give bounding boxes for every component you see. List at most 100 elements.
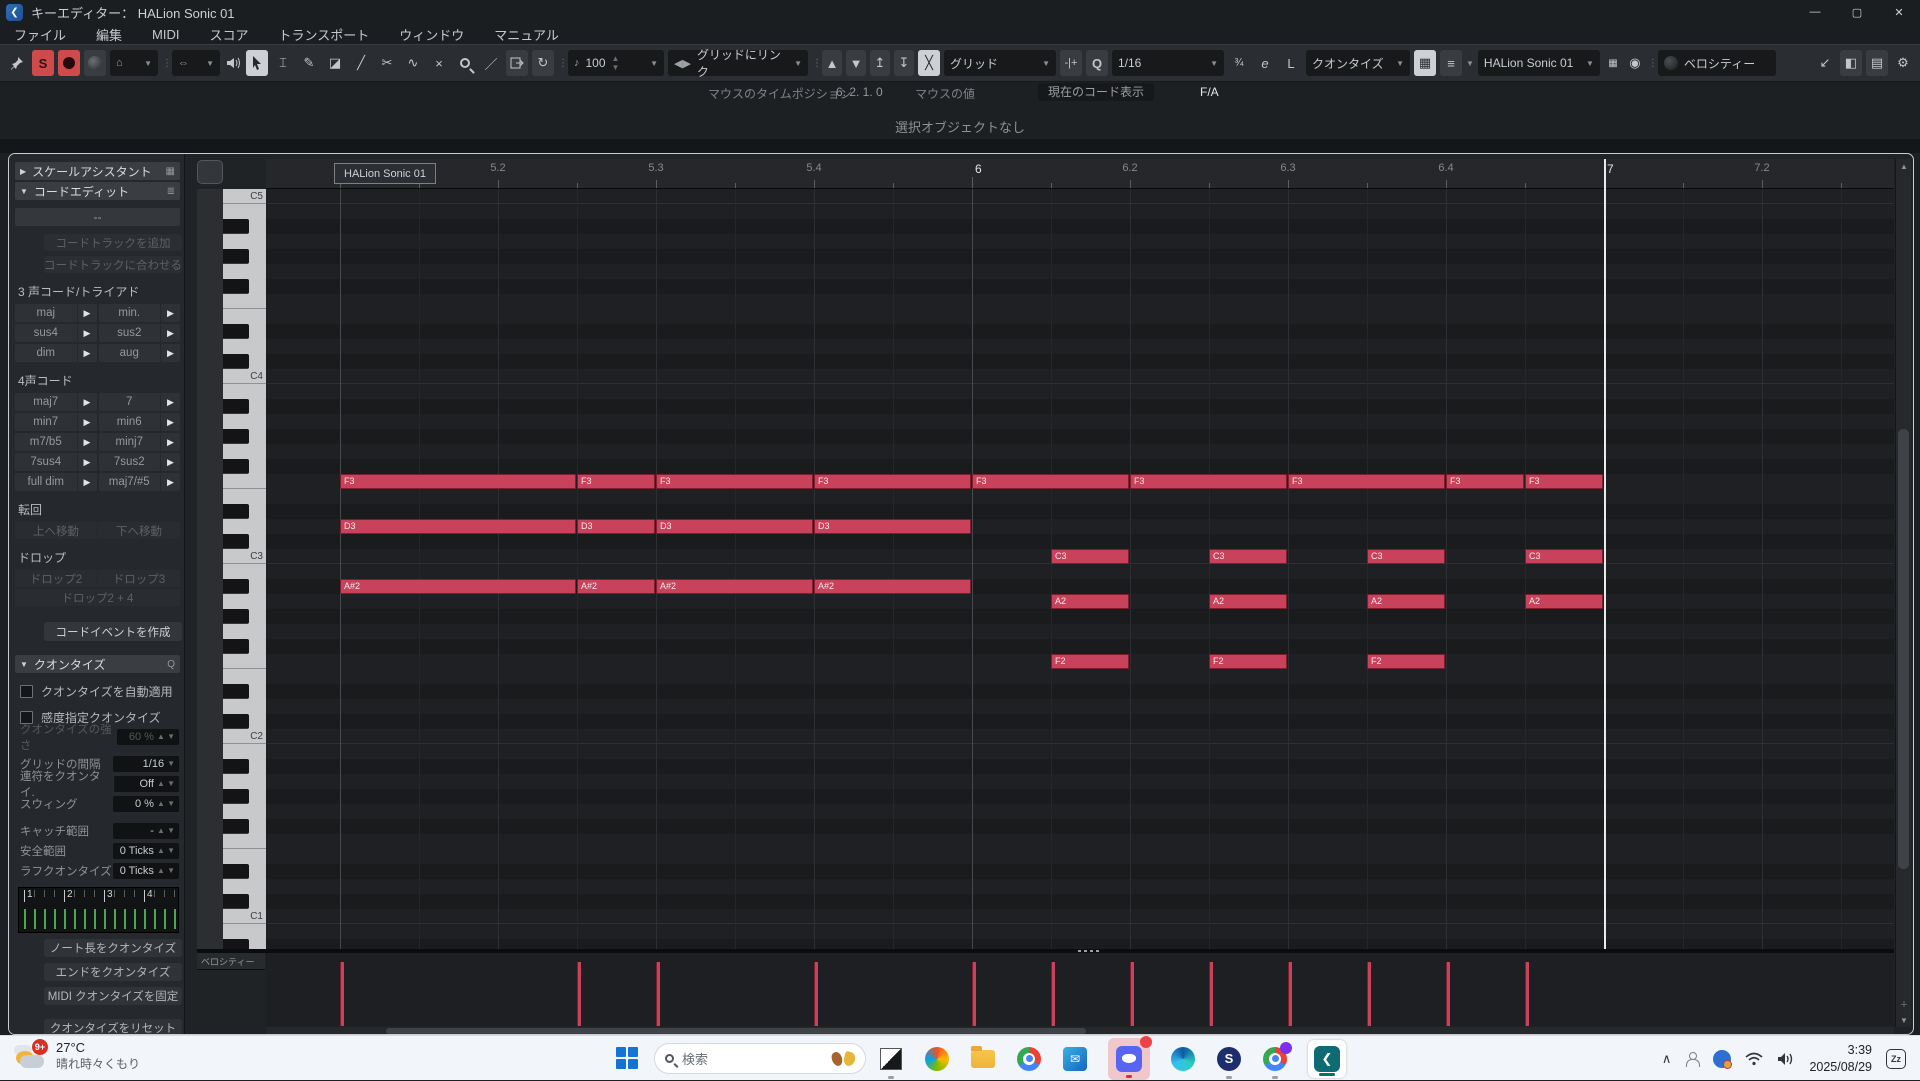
insert-velocity-field[interactable]: ♪ 100 ▲▼ ▼ (568, 50, 664, 76)
chord-button-maj75[interactable]: maj7/#5▶ (99, 473, 181, 491)
playhead-cursor[interactable] (1604, 159, 1606, 949)
maximize-button[interactable]: ▢ (1836, 0, 1878, 24)
chord-apply-arrow-icon[interactable]: ▶ (161, 304, 180, 322)
auto-apply-checkbox[interactable] (20, 685, 33, 698)
quantize-action-button[interactable]: エンドをクオンタイズ (44, 963, 182, 981)
zoom-tool[interactable] (454, 50, 476, 76)
chord-button-min7[interactable]: min7▶ (15, 413, 97, 431)
velocity-stem[interactable] (340, 962, 344, 1026)
piano-keyboard[interactable]: C5C4C3C2C1 (223, 189, 266, 949)
chord-apply-arrow-icon[interactable]: ▶ (78, 413, 97, 431)
horizontal-scrollbar[interactable] (266, 1027, 1894, 1035)
move-down-button[interactable]: ↧ (894, 50, 914, 76)
desktops-app-icon[interactable] (878, 1046, 904, 1072)
split-tool[interactable]: ✂ (376, 50, 398, 76)
midi-note[interactable]: C3 (1051, 549, 1129, 564)
menu-item-4[interactable]: トランスポート (279, 25, 370, 44)
quantize-setting-value[interactable]: -▲ ▼ (113, 823, 179, 839)
chord-apply-arrow-icon[interactable]: ▶ (78, 473, 97, 491)
range-selection-tool[interactable]: ⌶ (272, 50, 294, 76)
chord-apply-arrow-icon[interactable]: ▶ (161, 413, 180, 431)
horizontal-scroll-thumb[interactable] (386, 1028, 1086, 1034)
stepper-icon[interactable]: ▲ ▼ (157, 782, 175, 786)
nudge-right-button[interactable]: ▼ (846, 50, 866, 76)
midi-note[interactable]: F3 (814, 474, 971, 489)
triplet-button[interactable]: ¾ (1228, 50, 1250, 76)
midi-note[interactable]: F2 (1209, 654, 1287, 669)
minimize-button[interactable]: — (1794, 0, 1836, 24)
chord-button-7[interactable]: 7▶ (99, 393, 181, 411)
clock[interactable]: 3:39 2025/08/29 (1809, 1042, 1872, 1076)
chevron-down-icon[interactable]: ▼ (1466, 59, 1474, 68)
move-up-button[interactable]: ↥ (870, 50, 890, 76)
midi-note[interactable]: F3 (1130, 474, 1287, 489)
black-key[interactable] (223, 789, 249, 804)
lane-resize-handle[interactable] (1071, 949, 1105, 953)
snap-type-dropdown[interactable]: グリッド ▼ (944, 50, 1056, 76)
edit-active-part-button[interactable]: ≡ (1440, 50, 1462, 76)
midi-note[interactable]: C3 (1525, 549, 1603, 564)
link-grid-dropdown[interactable]: ◀▶ グリッドにリンク ▼ (668, 50, 808, 76)
stepper-icon[interactable]: ▲ ▼ (157, 849, 175, 853)
quantize-action-button[interactable]: ノート長をクオンタイズ (44, 939, 182, 957)
autoscroll-button[interactable] (506, 50, 528, 76)
zoom-plus-icon[interactable]: ＋ (1896, 997, 1912, 1011)
pointer-mode-dropdown[interactable]: ⌂▼ (110, 50, 158, 76)
start-button[interactable] (616, 1047, 640, 1071)
part-selector-dropdown[interactable]: HALion Sonic 01 ▼ (1478, 50, 1600, 76)
quantize-header[interactable]: ▼ クオンタイズ Q (15, 655, 180, 673)
midi-input-button[interactable]: ◉ (1626, 50, 1644, 76)
chord-apply-arrow-icon[interactable]: ▶ (78, 393, 97, 411)
stepper-icon[interactable]: ▲▼ (612, 54, 620, 72)
chord-apply-arrow-icon[interactable]: ▶ (161, 433, 180, 451)
chevron-down-icon[interactable]: ▼ (167, 759, 175, 768)
black-key[interactable] (223, 459, 249, 474)
event-colors-dropdown[interactable]: ベロシティー (1658, 50, 1776, 76)
black-key[interactable] (223, 249, 249, 264)
velocity-stem[interactable] (1446, 962, 1450, 1026)
velocity-stem[interactable] (1209, 962, 1213, 1026)
black-key[interactable] (223, 819, 249, 834)
drop-button[interactable]: ドロップ3 (98, 570, 180, 587)
chord-apply-arrow-icon[interactable]: ▶ (78, 433, 97, 451)
chord-button-aug[interactable]: aug▶ (99, 344, 181, 362)
velocity-stem[interactable] (972, 962, 976, 1026)
chord-button-fulldim[interactable]: full dim▶ (15, 473, 97, 491)
chrome-profile-app-icon[interactable] (1262, 1046, 1288, 1072)
quantize-setting-value[interactable]: 1/16▼ (113, 756, 179, 772)
step-input-button[interactable]: ▦ (1604, 50, 1622, 76)
grid-relative-button[interactable]: -|+ (1060, 50, 1082, 76)
midi-note[interactable]: D3 (340, 519, 576, 534)
edge-app-icon[interactable] (1170, 1046, 1196, 1072)
midi-note[interactable]: A2 (1209, 594, 1287, 609)
midi-note[interactable]: F2 (1051, 654, 1129, 669)
drop-button[interactable]: ドロップ2 (15, 570, 97, 587)
midi-note[interactable]: C3 (1209, 549, 1287, 564)
chord-edit-header[interactable]: ▼ コードエディット ≣ (15, 182, 180, 200)
midi-note[interactable]: F3 (656, 474, 813, 489)
snap-button[interactable]: ╳ (918, 50, 940, 76)
chord-apply-arrow-icon[interactable]: ▶ (78, 453, 97, 471)
midi-note[interactable]: F3 (340, 474, 576, 489)
note-grid[interactable]: F3F3F3F3F3F3F3F3F3D3D3D3D3A#2A#2A#2A#2C3… (266, 189, 1894, 949)
velocity-stem[interactable] (1525, 962, 1529, 1026)
glue-tool[interactable]: ∿ (402, 50, 424, 76)
black-key[interactable] (223, 504, 249, 519)
velocity-stem[interactable] (1367, 962, 1371, 1026)
left-zone-button[interactable]: ↙ (1814, 50, 1836, 76)
quantize-setting-value[interactable]: 0 Ticks▲ ▼ (113, 863, 179, 879)
midi-note[interactable]: C3 (1367, 549, 1445, 564)
volume-icon[interactable] (1777, 1052, 1795, 1066)
black-key[interactable] (223, 714, 249, 729)
cubase-app-icon[interactable]: ❮ (1308, 1040, 1346, 1078)
chord-button-dim[interactable]: dim▶ (15, 344, 97, 362)
quantize-action-button[interactable]: MIDI クオンタイズを固定 (44, 987, 182, 1005)
scale-assistant-header[interactable]: ▶ スケールアシスタント ▦ (15, 162, 180, 180)
midi-note[interactable]: F3 (577, 474, 655, 489)
chord-apply-arrow-icon[interactable]: ▶ (161, 453, 180, 471)
black-key[interactable] (223, 219, 249, 234)
chord-button-sus2[interactable]: sus2▶ (99, 324, 181, 342)
midi-note[interactable]: D3 (577, 519, 655, 534)
stepper-icon[interactable]: ▲ ▼ (157, 802, 175, 806)
midi-note[interactable]: A#2 (656, 579, 813, 594)
